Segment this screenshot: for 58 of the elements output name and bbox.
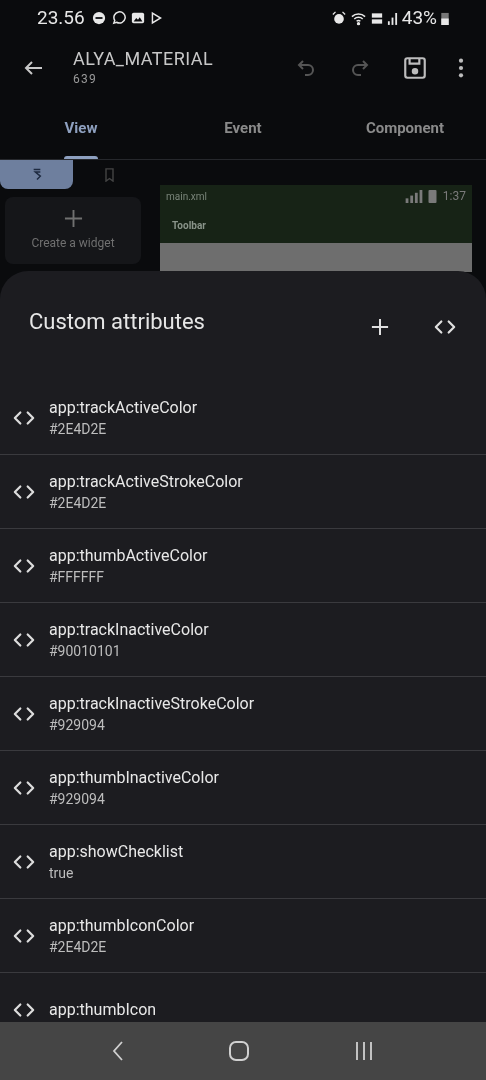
plus-icon	[63, 209, 83, 228]
attribute-row[interactable]: app:thumbIconColor #2E4D2E	[0, 899, 486, 973]
signal-icon	[386, 11, 398, 25]
attribute-value: #929094	[49, 715, 106, 735]
signal-icon	[404, 189, 423, 203]
preview-file-name: main.xml	[166, 189, 207, 204]
attribute-row[interactable]: app:showChecklist true	[0, 825, 486, 899]
palette-tab[interactable]	[0, 160, 73, 189]
attribute-value: #2E4D2E	[49, 493, 108, 513]
recents-icon[interactable]	[353, 1041, 374, 1061]
home-icon[interactable]	[229, 1041, 249, 1061]
status-time: 23.56	[37, 4, 85, 31]
back-icon[interactable]	[112, 1041, 125, 1061]
battery-percent: 43%	[401, 4, 437, 31]
create-widget-button[interactable]: Create a widget	[5, 197, 141, 264]
attribute-name: app:trackInactiveStrokeColor	[49, 692, 255, 715]
tab[interactable]: Component	[324, 100, 486, 159]
image-icon	[130, 11, 145, 25]
attribute-value: #929094	[49, 789, 106, 809]
attribute-name: app:thumbIconColor	[49, 914, 195, 937]
battery-icon	[441, 11, 449, 25]
attribute-name: app:trackActiveColor	[49, 396, 198, 419]
tab[interactable]: View	[0, 100, 162, 159]
attribute-row[interactable]: app:trackActiveStrokeColor #2E4D2E	[0, 455, 486, 529]
project-title: ALYA_MATERIAL	[73, 48, 214, 70]
attribute-name: app:trackActiveStrokeColor	[49, 470, 243, 493]
tab[interactable]: Event	[162, 100, 324, 159]
attribute-value: #2E4D2E	[49, 937, 108, 957]
project-id: 639	[73, 71, 98, 88]
attribute-value: #2E4D2E	[49, 419, 108, 439]
chat-icon	[110, 10, 126, 26]
attribute-row[interactable]: app:trackInactiveStrokeColor #929094	[0, 677, 486, 751]
attribute-value: true	[49, 863, 75, 883]
wifi-icon	[349, 10, 367, 26]
save-icon[interactable]	[402, 55, 428, 81]
attribute-name: app:trackInactiveColor	[49, 618, 209, 641]
play-icon	[149, 11, 163, 25]
attribute-value: #FFFFFF	[49, 567, 106, 587]
preview-time: 1:37	[442, 188, 466, 205]
attribute-row[interactable]: app:thumbActiveColor #FFFFFF	[0, 529, 486, 603]
battery-icon	[427, 189, 437, 203]
more-icon[interactable]	[458, 57, 464, 79]
layout-icon	[31, 167, 42, 182]
attribute-name: app:thumbActiveColor	[49, 544, 208, 567]
bookmark-icon	[104, 167, 115, 182]
attribute-name: app:showChecklist	[49, 840, 184, 863]
attribute-value: #90010101	[49, 641, 122, 661]
sheet-title: Custom attributes	[29, 308, 205, 336]
do-not-disturb-icon	[91, 11, 106, 25]
attribute-row[interactable]: app:trackInactiveColor #90010101	[0, 603, 486, 677]
attribute-row[interactable]: app:trackActiveColor #2E4D2E	[0, 381, 486, 455]
add-icon[interactable]	[371, 318, 389, 336]
attribute-row[interactable]: app:thumbIcon	[0, 973, 486, 1022]
attribute-name: app:thumbInactiveColor	[49, 766, 219, 789]
attribute-row[interactable]: app:thumbInactiveColor #929094	[0, 751, 486, 825]
alarm-icon	[331, 11, 346, 25]
attribute-name: app:thumbIcon	[49, 999, 157, 1021]
preview-toolbar: Toolbar	[160, 207, 472, 243]
